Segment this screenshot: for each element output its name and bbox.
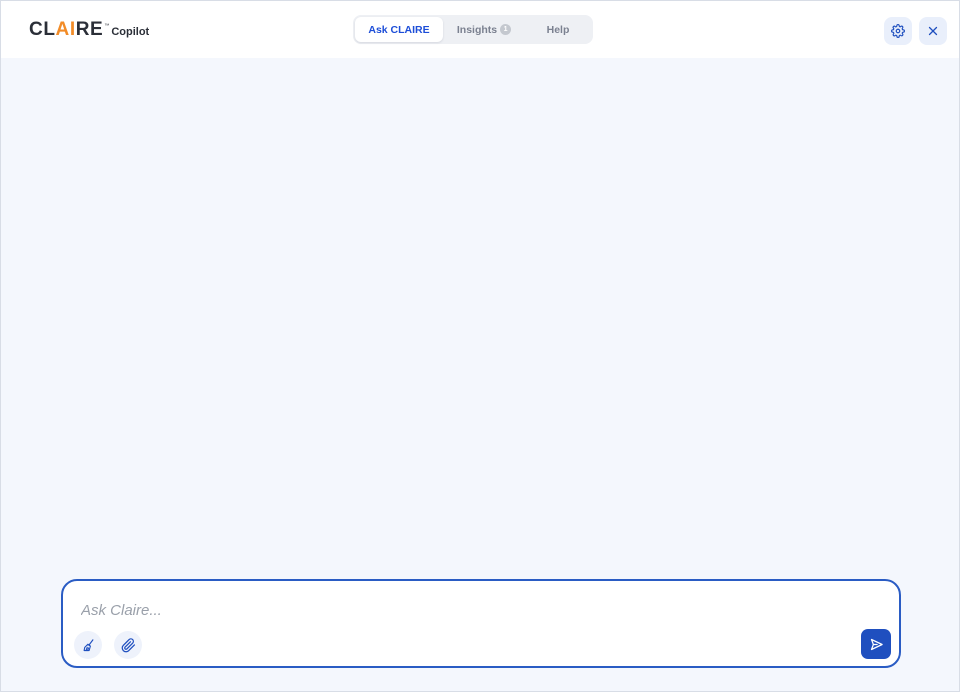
tab-bar: Ask CLAIRE Insights 1 Help: [353, 15, 593, 44]
insights-count-badge: 1: [500, 24, 512, 35]
header: CLAIRE ™ Copilot Ask CLAIRE Insights 1 H…: [1, 1, 959, 58]
chat-composer: [61, 579, 901, 668]
settings-button[interactable]: [884, 17, 912, 45]
send-button[interactable]: [861, 629, 891, 659]
trademark-mark: ™: [104, 23, 110, 29]
tab-ask-claire[interactable]: Ask CLAIRE: [355, 17, 443, 42]
logo-wordmark: CLAIRE: [29, 19, 104, 40]
tab-help[interactable]: Help: [525, 17, 591, 42]
tab-label: Insights: [456, 23, 498, 36]
close-icon: [928, 26, 938, 36]
tab-label: Help: [546, 23, 570, 36]
clear-chat-button[interactable]: [74, 631, 102, 659]
copilot-window: CLAIRE ™ Copilot Ask CLAIRE Insights 1 H…: [0, 0, 960, 692]
logo-product-name: Copilot: [111, 26, 150, 38]
chat-input[interactable]: [81, 599, 841, 621]
send-icon: [870, 638, 883, 650]
close-button[interactable]: [919, 17, 947, 45]
claire-copilot-logo: CLAIRE ™ Copilot: [29, 19, 149, 41]
tab-insights[interactable]: Insights 1: [443, 17, 525, 42]
gear-icon: [891, 24, 905, 38]
broom-icon: [83, 638, 93, 651]
paperclip-icon: [121, 637, 135, 652]
tab-label: Ask CLAIRE: [368, 23, 430, 36]
attach-file-button[interactable]: [114, 631, 142, 659]
